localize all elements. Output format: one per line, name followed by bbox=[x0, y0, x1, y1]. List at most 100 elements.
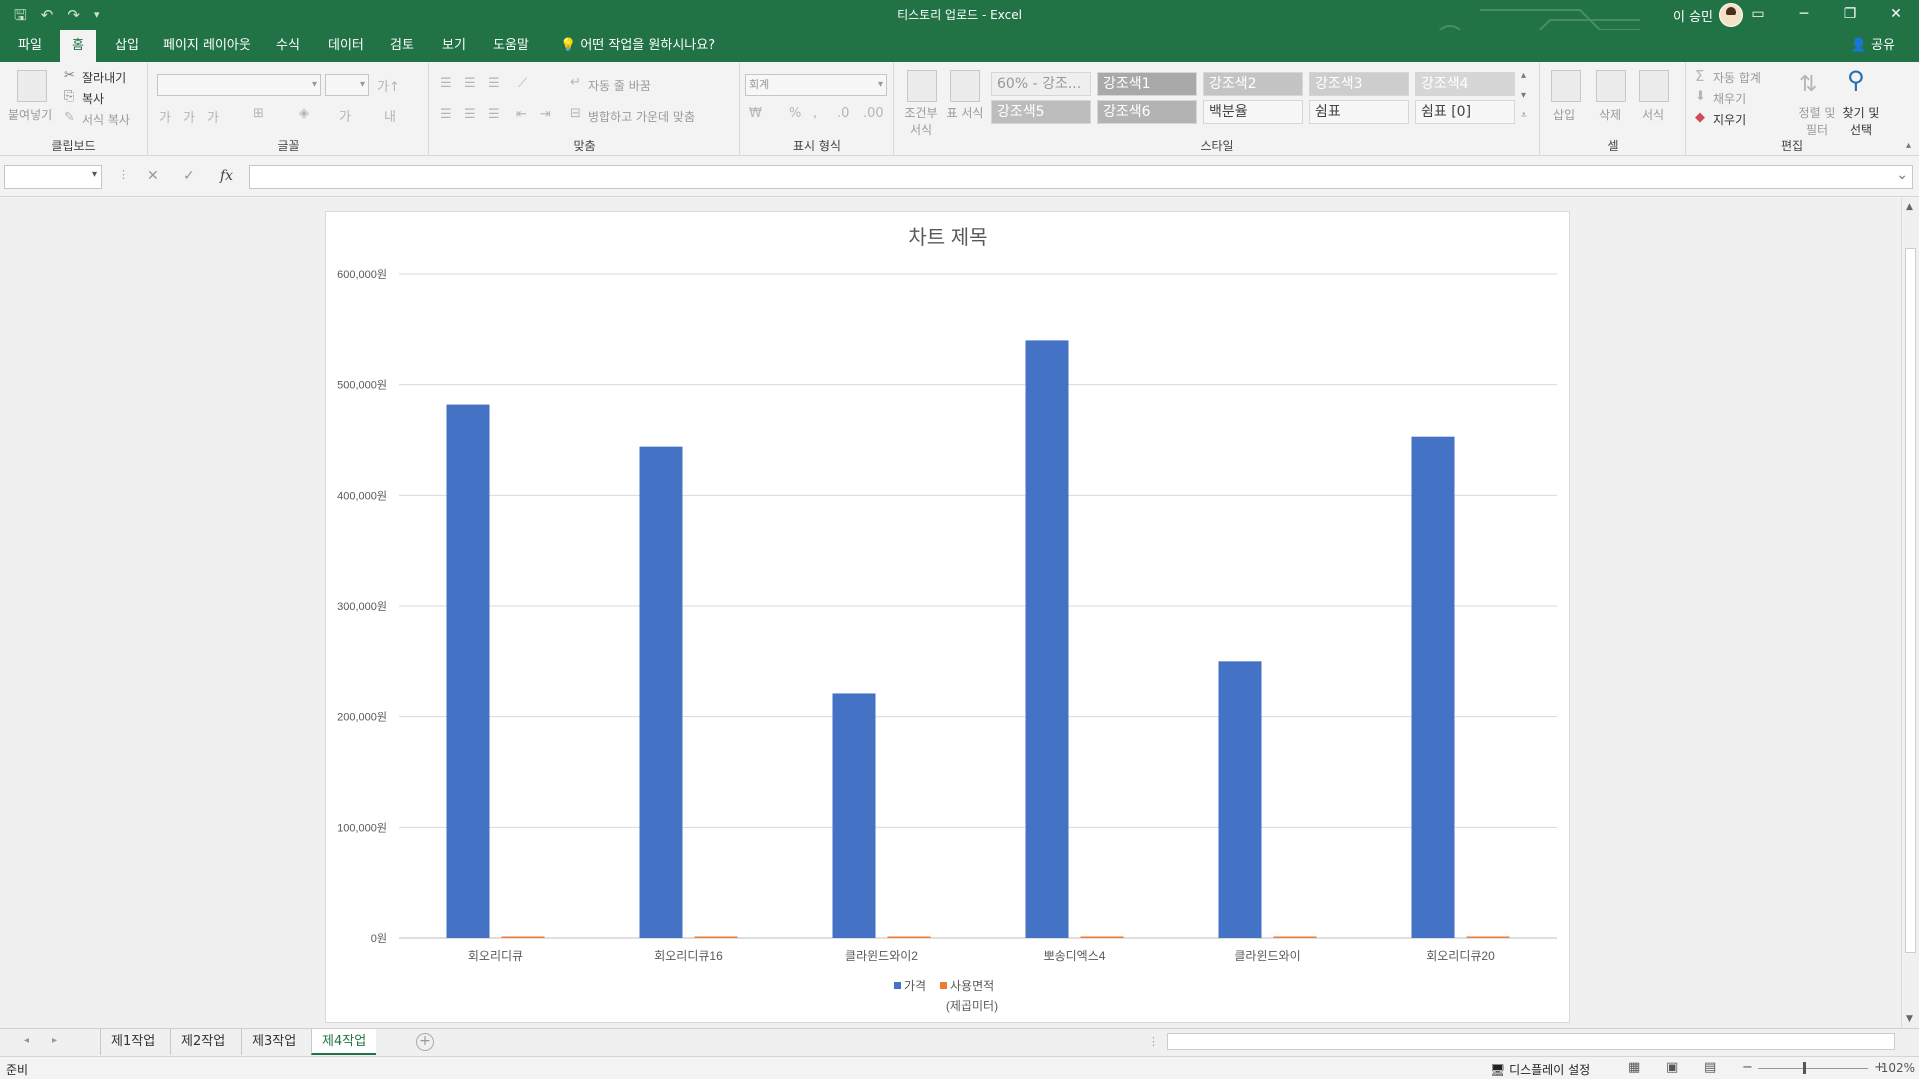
style-cell-accent5[interactable]: 강조색5 bbox=[991, 100, 1091, 124]
border-icon[interactable]: ⊞ bbox=[253, 106, 264, 121]
tab-review[interactable]: 검토 bbox=[378, 30, 426, 62]
phonetic-icon[interactable]: 내 bbox=[384, 106, 396, 125]
style-cell-accent6[interactable]: 강조색6 bbox=[1097, 100, 1197, 124]
display-settings-button[interactable]: 🖥 디스플레이 설정 bbox=[1490, 1061, 1590, 1078]
formula-input[interactable] bbox=[249, 164, 1913, 189]
fill-color-icon[interactable]: ◈ bbox=[299, 106, 309, 121]
tab-view[interactable]: 보기 bbox=[430, 30, 478, 62]
align-right-icon[interactable]: ☰ bbox=[488, 107, 500, 122]
style-cell-comma0[interactable]: 쉼표 [0] bbox=[1415, 100, 1515, 124]
page-break-view-icon[interactable]: ▤ bbox=[1704, 1060, 1716, 1075]
tell-me-box[interactable]: 💡 어떤 작업을 원하시나요? bbox=[548, 30, 727, 62]
underline-icon[interactable]: 가 bbox=[207, 107, 219, 126]
prev-sheet-icon[interactable]: ◂ bbox=[24, 1035, 29, 1046]
align-center-icon[interactable]: ☰ bbox=[464, 107, 476, 122]
page-layout-view-icon[interactable]: ▣ bbox=[1666, 1060, 1678, 1075]
table-format-icon[interactable] bbox=[950, 70, 980, 102]
style-cell-percent[interactable]: 백분율 bbox=[1203, 100, 1303, 124]
sheet-tab-1[interactable]: 제1작업 bbox=[100, 1029, 165, 1055]
find-select-button[interactable]: 찾기 및 선택 bbox=[1839, 104, 1883, 138]
style-cell-60pct[interactable]: 60% - 강조... bbox=[991, 72, 1091, 96]
styles-more-icon[interactable]: ⩡ bbox=[1521, 110, 1527, 121]
insert-function-button[interactable]: fx bbox=[220, 168, 233, 184]
styles-scroll-up-icon[interactable]: ▴ bbox=[1521, 70, 1526, 81]
increase-indent-icon[interactable]: ⇥ bbox=[540, 107, 551, 122]
tab-help[interactable]: 도움말 bbox=[481, 30, 541, 62]
chart-area[interactable]: 차트 제목 0원 100,000원 200,000원 300,000원 400,000원… bbox=[325, 211, 1570, 1023]
horizontal-scrollbar[interactable] bbox=[1167, 1033, 1895, 1050]
comma-icon[interactable]: , bbox=[813, 106, 817, 121]
autosum-button[interactable]: 자동 합계 bbox=[1713, 69, 1761, 86]
close-icon[interactable]: ✕ bbox=[1873, 0, 1919, 30]
sheet-tab-3[interactable]: 제3작업 bbox=[241, 1029, 306, 1055]
minimize-icon[interactable]: ─ bbox=[1781, 0, 1827, 30]
name-box[interactable] bbox=[4, 165, 102, 189]
wrap-text-button[interactable]: 자동 줄 바꿈 bbox=[588, 77, 651, 94]
tab-data[interactable]: 데이터 bbox=[316, 30, 376, 62]
tab-home[interactable]: 홈 bbox=[60, 30, 96, 62]
number-format-select[interactable]: 회계 bbox=[745, 74, 887, 96]
align-top-icon[interactable]: ☰ bbox=[440, 76, 452, 91]
decrease-indent-icon[interactable]: ⇤ bbox=[516, 107, 527, 122]
sheet-tab-2[interactable]: 제2작업 bbox=[170, 1029, 235, 1055]
zoom-slider-thumb[interactable] bbox=[1803, 1062, 1806, 1074]
restore-icon[interactable]: ❐ bbox=[1827, 0, 1873, 30]
decrease-decimal-icon[interactable]: .00 bbox=[863, 106, 884, 121]
table-format-button[interactable]: 표 서식 bbox=[945, 104, 985, 121]
tab-formulas[interactable]: 수식 bbox=[264, 30, 312, 62]
conditional-format-button[interactable]: 조건부 서식 bbox=[899, 104, 943, 138]
style-cell-accent1[interactable]: 강조색1 bbox=[1097, 72, 1197, 96]
paste-icon[interactable] bbox=[17, 70, 47, 102]
share-button[interactable]: 👤 공유 bbox=[1851, 30, 1895, 62]
font-color-icon[interactable]: 가 bbox=[339, 106, 351, 125]
format-cells-button[interactable]: 서식 bbox=[1642, 106, 1664, 123]
style-cell-accent4[interactable]: 강조색4 bbox=[1415, 72, 1515, 96]
format-cells-icon[interactable] bbox=[1639, 70, 1669, 102]
orientation-icon[interactable]: ⟋ bbox=[518, 76, 527, 91]
clear-button[interactable]: 지우기 bbox=[1713, 111, 1746, 128]
scroll-thumb[interactable] bbox=[1905, 248, 1916, 953]
conditional-format-icon[interactable] bbox=[907, 70, 937, 102]
cut-button[interactable]: 잘라내기 bbox=[82, 69, 126, 86]
grow-font-icon[interactable]: 가↑ bbox=[377, 76, 400, 95]
vertical-scrollbar[interactable]: ▲ ▼ bbox=[1901, 198, 1919, 1028]
bold-icon[interactable]: 가 bbox=[159, 107, 171, 126]
tab-insert[interactable]: 삽입 bbox=[103, 30, 151, 62]
chart-title[interactable]: 차트 제목 bbox=[908, 226, 987, 249]
sheet-tab-4[interactable]: 제4작업 bbox=[311, 1029, 377, 1055]
paste-button[interactable]: 붙여넣기 bbox=[8, 106, 52, 123]
zoom-out-icon[interactable]: − bbox=[1742, 1060, 1753, 1075]
align-left-icon[interactable]: ☰ bbox=[440, 107, 452, 122]
tab-file[interactable]: 파일 bbox=[6, 30, 54, 62]
format-painter-button[interactable]: 서식 복사 bbox=[82, 111, 130, 128]
scroll-down-arrow[interactable]: ▼ bbox=[1906, 1014, 1913, 1024]
increase-decimal-icon[interactable]: .0 bbox=[837, 106, 849, 121]
italic-icon[interactable]: 가 bbox=[183, 107, 195, 126]
style-cell-accent2[interactable]: 강조색2 bbox=[1203, 72, 1303, 96]
accounting-icon[interactable]: ₩ bbox=[749, 106, 762, 121]
delete-cells-button[interactable]: 삭제 bbox=[1599, 106, 1621, 123]
percent-icon[interactable]: % bbox=[789, 106, 801, 121]
styles-scroll-down-icon[interactable]: ▾ bbox=[1521, 90, 1526, 101]
align-bottom-icon[interactable]: ☰ bbox=[488, 76, 500, 91]
next-sheet-icon[interactable]: ▸ bbox=[52, 1035, 57, 1046]
merge-center-button[interactable]: 병합하고 가운데 맞춤 bbox=[588, 108, 695, 125]
user-name[interactable]: 이 승민 bbox=[1673, 6, 1713, 25]
delete-cells-icon[interactable] bbox=[1596, 70, 1626, 102]
scroll-up-arrow[interactable]: ▲ bbox=[1906, 202, 1913, 212]
insert-cells-icon[interactable] bbox=[1551, 70, 1581, 102]
cancel-icon[interactable]: ✕ bbox=[147, 168, 159, 184]
ribbon-display-icon[interactable]: ▭ bbox=[1735, 0, 1781, 30]
normal-view-icon[interactable]: ▦ bbox=[1628, 1060, 1640, 1075]
font-size-select[interactable] bbox=[325, 74, 369, 96]
tab-split-handle[interactable]: ⋮ bbox=[1148, 1035, 1159, 1048]
font-name-select[interactable] bbox=[157, 74, 321, 96]
style-cell-accent3[interactable]: 강조색3 bbox=[1309, 72, 1409, 96]
fill-button[interactable]: 채우기 bbox=[1713, 90, 1746, 107]
style-cell-comma[interactable]: 쉼표 bbox=[1309, 100, 1409, 124]
zoom-slider[interactable] bbox=[1758, 1068, 1868, 1069]
copy-button[interactable]: 복사 bbox=[82, 90, 104, 107]
tab-page-layout[interactable]: 페이지 레이아웃 bbox=[151, 30, 263, 62]
insert-cells-button[interactable]: 삽입 bbox=[1553, 106, 1575, 123]
align-middle-icon[interactable]: ☰ bbox=[464, 76, 476, 91]
